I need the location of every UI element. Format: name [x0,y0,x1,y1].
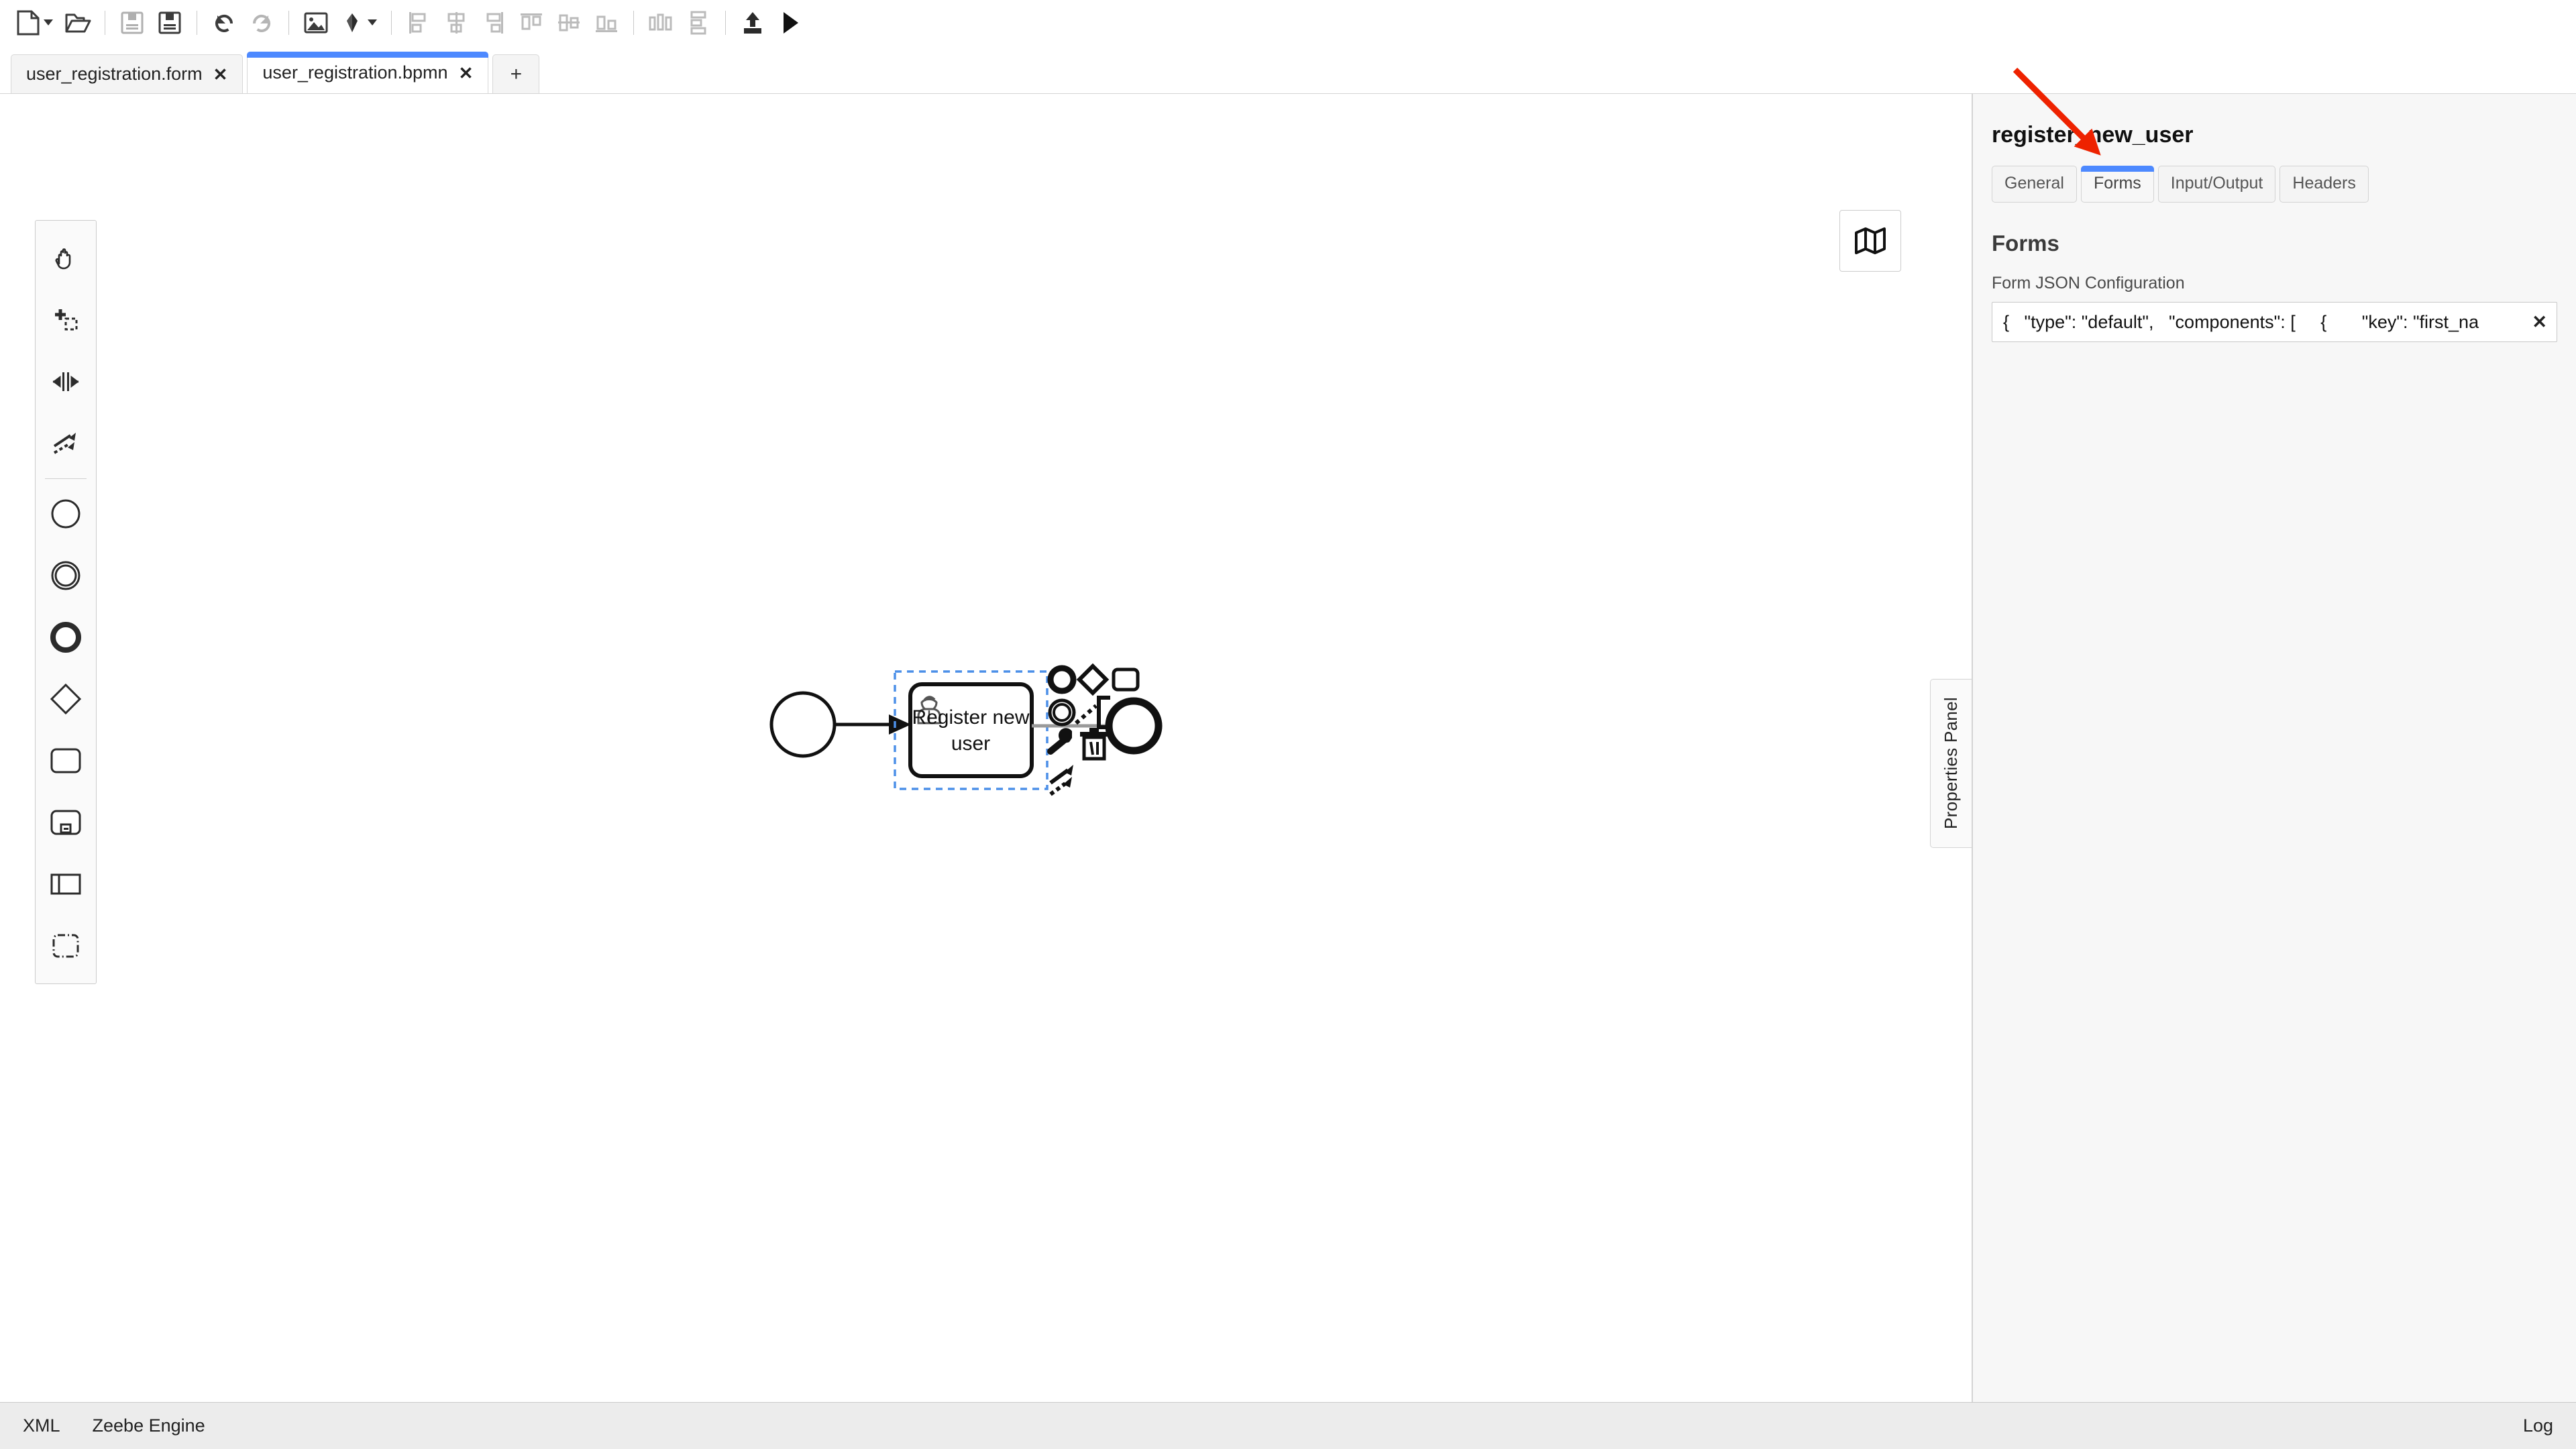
align-center-icon [447,11,465,34]
form-json-input[interactable] [2002,311,2524,333]
align-bottom-button[interactable] [588,4,625,42]
bpmn-diagram[interactable]: Register new user [0,94,1275,1033]
task-label-line1: Register new [912,706,1029,729]
align-right-icon [486,11,503,34]
run-button[interactable] [771,4,809,42]
deploy-button[interactable] [734,4,771,42]
properties-panel: register_new_user General Forms Input/Ou… [1972,94,2576,1402]
toolbar-separator [633,10,634,35]
new-file-button[interactable] [11,4,59,42]
bpmn-canvas[interactable]: Register new user Properties Panel [0,94,1972,1402]
paint-marker-icon [347,13,358,32]
deploy-upload-icon [744,11,761,34]
append-task[interactable] [1112,667,1140,692]
distribute-horizontal-icon [649,13,672,30]
editor-body: Register new user Properties Panel regis… [0,94,2576,1402]
tab-user-registration-bpmn[interactable]: user_registration.bpmn ✕ [247,52,489,93]
undo-arrow-icon [215,14,233,32]
tab-forms[interactable]: Forms [2080,166,2154,203]
tab-user-registration-form[interactable]: user_registration.form ✕ [11,54,244,93]
new-tab-button[interactable]: + [492,54,540,93]
status-bar: XML Zeebe Engine Log [0,1402,2576,1449]
tab-label: user_registration.form [26,64,203,84]
align-bottom-icon [596,15,617,32]
delete-element[interactable] [1080,728,1108,761]
properties-tab-list: General Forms Input/Output Headers [1992,166,2557,203]
save-as-disk-icon [158,11,181,34]
properties-panel-toggle[interactable]: Properties Panel [1930,679,1972,848]
append-text-annotation[interactable] [1075,696,1110,729]
open-folder-icon [65,13,91,32]
align-right-button[interactable] [475,4,513,42]
distribute-horizontal-button[interactable] [642,4,680,42]
play-triangle-icon [784,11,798,34]
append-gateway[interactable] [1076,663,1110,696]
change-type[interactable] [1047,728,1072,755]
tab-close-icon[interactable]: ✕ [213,66,228,83]
save-as-button[interactable] [151,4,189,42]
forms-section-heading: Forms [1992,231,2059,256]
new-file-icon [17,10,40,35]
redo-button[interactable] [243,4,280,42]
main-toolbar [0,0,2576,46]
form-json-field[interactable]: ✕ [1992,302,2557,342]
page-title: register_new_user [1992,122,2194,148]
append-intermediate-event[interactable] [1047,665,1077,694]
toolbar-separator [288,10,289,35]
connect[interactable] [1049,765,1073,796]
open-file-button[interactable] [59,4,97,42]
sequence-flow-arrowhead [889,714,911,735]
tab-close-icon[interactable]: ✕ [459,64,474,82]
color-picker-caret-icon[interactable] [368,19,377,25]
tab-input-output[interactable]: Input/Output [2157,166,2276,203]
align-center-button[interactable] [437,4,475,42]
toolbar-separator [725,10,726,35]
task-label-line2: user [951,733,990,755]
tab-label: user_registration.bpmn [262,62,448,83]
status-xml-button[interactable]: XML [23,1415,60,1436]
user-task-register-new-user[interactable]: Register new user [908,682,1034,778]
align-left-button[interactable] [400,4,437,42]
map-icon [1855,227,1886,254]
form-json-label: Form JSON Configuration [1992,274,2185,292]
redo-arrow-icon [252,14,270,32]
minimap-toggle-button[interactable] [1839,210,1901,272]
save-button[interactable] [113,4,151,42]
export-image-button[interactable] [297,4,335,42]
new-file-caret-icon[interactable] [44,19,53,25]
align-middle-button[interactable] [550,4,588,42]
tab-general[interactable]: General [1992,166,2077,203]
distribute-vertical-button[interactable] [680,4,717,42]
end-event[interactable] [1105,697,1163,755]
color-picker-button[interactable] [335,4,383,42]
undo-button[interactable] [205,4,243,42]
status-zeebe-engine-button[interactable]: Zeebe Engine [93,1415,205,1436]
save-disk-icon [121,11,144,34]
bpmn-modeler-window: user_registration.form ✕ user_registrati… [0,0,2576,1449]
toolbar-separator [391,10,392,35]
tab-headers[interactable]: Headers [2279,166,2369,203]
properties-panel-toggle-label: Properties Panel [1941,697,1961,830]
distribute-vertical-icon [690,11,706,34]
clear-icon[interactable]: ✕ [2524,313,2547,331]
status-log-button[interactable]: Log [2523,1415,2553,1436]
align-middle-icon [558,14,580,31]
image-icon [304,12,328,33]
editor-tab-bar: user_registration.form ✕ user_registrati… [0,46,2576,94]
align-top-button[interactable] [513,4,550,42]
align-top-icon [521,13,542,30]
start-event[interactable] [769,691,837,758]
align-left-icon [409,11,426,34]
